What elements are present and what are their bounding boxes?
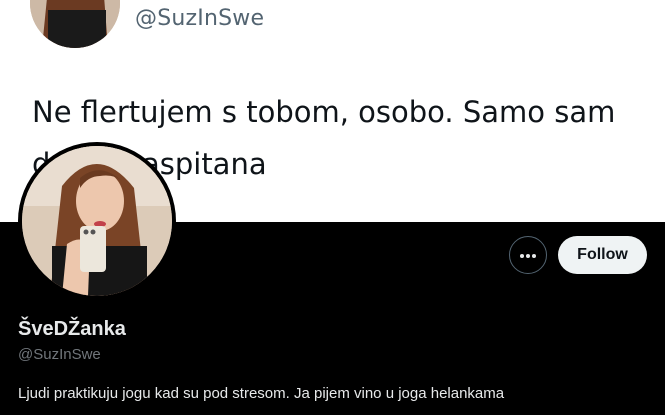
more-options-button[interactable] (509, 236, 547, 274)
profile-avatar[interactable] (18, 142, 176, 300)
profile-handle: @SuzInSwe (18, 346, 101, 363)
banner-avatar-image (30, 0, 120, 48)
banner-handle: @SuzInSwe (135, 6, 265, 31)
follow-button[interactable]: Follow (558, 236, 647, 274)
more-horizontal-icon (519, 246, 537, 264)
profile-bio: Ljudi praktikuju jogu kad su pod stresom… (18, 385, 505, 402)
profile-display-name: ŠveDŽanka (18, 318, 126, 340)
avatar-image (22, 146, 172, 296)
